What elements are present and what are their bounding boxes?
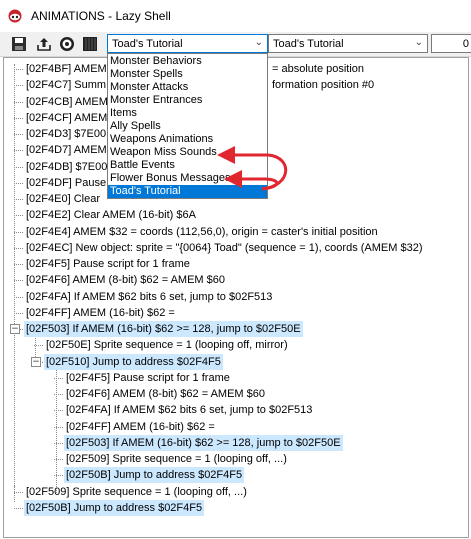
dropdown-item[interactable]: Ally Spells bbox=[108, 120, 267, 133]
tree-connector bbox=[14, 199, 23, 200]
tree-connector bbox=[54, 475, 63, 477]
window-title: ANIMATIONS - Lazy Shell bbox=[31, 9, 171, 23]
tree-connector bbox=[14, 215, 23, 217]
tree-node[interactable]: [02F4FF] AMEM (16-bit) $62 = bbox=[24, 305, 177, 321]
save-icon[interactable] bbox=[11, 36, 27, 52]
tree-connector bbox=[34, 345, 43, 347]
grid-icon[interactable] bbox=[82, 36, 98, 52]
tree-connector bbox=[14, 101, 23, 103]
tree-node[interactable]: [02F4E2] Clear AMEM (16-bit) $6A bbox=[24, 207, 198, 223]
import-export-icon[interactable] bbox=[36, 36, 52, 52]
tree-connector bbox=[14, 182, 23, 184]
tree-connector bbox=[14, 166, 23, 168]
chevron-down-icon: ⌄ bbox=[254, 37, 263, 48]
tree-connector bbox=[54, 426, 63, 428]
tree-node[interactable]: [02F4F6] AMEM (8-bit) $62 = AMEM $60 bbox=[64, 386, 267, 402]
dropdown-item[interactable]: Monster Spells bbox=[108, 68, 267, 81]
tree-connector bbox=[14, 117, 23, 119]
tree-node[interactable]: [02F4D3] $7E00 bbox=[24, 126, 108, 142]
tree-connector bbox=[54, 459, 63, 460]
tree-connector bbox=[54, 442, 63, 444]
collapse-toggle-icon[interactable]: − bbox=[10, 324, 20, 334]
tree-node[interactable]: [02F4F6] AMEM (8-bit) $62 = AMEM $60 bbox=[24, 272, 227, 288]
tree-connector bbox=[14, 69, 23, 70]
tree-connector bbox=[54, 377, 63, 379]
dropdown-item[interactable]: Battle Events bbox=[108, 159, 267, 172]
tree-node[interactable]: [02F4E0] Clear bbox=[24, 191, 102, 207]
dropdown-item[interactable]: Weapons Animations bbox=[108, 133, 267, 146]
dropdown-item[interactable]: Weapon Miss Sounds bbox=[108, 146, 267, 159]
category-combo-value: Toad's Tutorial bbox=[112, 38, 183, 50]
tree-connector bbox=[14, 85, 23, 87]
title-bar: ANIMATIONS - Lazy Shell bbox=[0, 0, 471, 32]
tree-node[interactable]: [02F4CF] AMEM bbox=[24, 110, 109, 126]
tree-node[interactable]: [02F4F5] Pause script for 1 frame bbox=[64, 370, 232, 386]
tree-node[interactable]: [02F4DF] Pause bbox=[24, 175, 108, 191]
dropdown-item[interactable]: Monster Attacks bbox=[108, 81, 267, 94]
tree-connector bbox=[14, 312, 23, 314]
index-field-value: 0 bbox=[462, 38, 469, 50]
tree-node[interactable]: [02F510] Jump to address $02F4F5 bbox=[44, 353, 223, 370]
tree-node[interactable]: [02F503] If AMEM (16-bit) $62 >= 128, ju… bbox=[24, 321, 303, 337]
dropdown-item[interactable]: Toad's Tutorial bbox=[108, 185, 267, 198]
dropdown-item[interactable]: Monster Behaviors bbox=[108, 55, 267, 68]
tree-node[interactable]: [02F503] If AMEM (16-bit) $62 >= 128, ju… bbox=[64, 434, 343, 451]
tree-node[interactable]: [02F50B] Jump to address $02F4F5 bbox=[64, 467, 245, 484]
tree-connector bbox=[14, 486, 15, 502]
tree-connector bbox=[14, 64, 15, 494]
tree-connector bbox=[14, 280, 23, 282]
category-dropdown[interactable]: Monster Behaviors Monster Spells Monster A… bbox=[107, 53, 268, 199]
item-combo[interactable]: Toad's Tutorial ⌄ bbox=[268, 34, 428, 53]
index-field[interactable]: 0 bbox=[431, 34, 471, 53]
tree-node-text-tail: = absolute position bbox=[272, 63, 365, 75]
tree-connector bbox=[14, 150, 23, 152]
tree-connector bbox=[56, 364, 57, 493]
tree-connector bbox=[14, 247, 23, 249]
tree-node[interactable]: [02F509] Sprite sequence = 1 (looping of… bbox=[24, 484, 249, 500]
tree-node[interactable]: [02F4E4] AMEM $32 = coords (112,56,0), o… bbox=[24, 224, 380, 240]
dropdown-item[interactable]: Monster Entrances bbox=[108, 94, 267, 107]
tree-node[interactable]: [02F4D7] AMEM bbox=[24, 142, 109, 158]
dropdown-item[interactable]: Flower Bonus Messages bbox=[108, 172, 267, 185]
item-combo-value: Toad's Tutorial bbox=[273, 38, 344, 50]
tree-connector bbox=[14, 264, 23, 265]
tree-connector bbox=[14, 507, 23, 509]
tree-node-text-tail: formation position #0 bbox=[272, 79, 375, 92]
tree-connector bbox=[14, 134, 23, 135]
help-icon[interactable] bbox=[59, 36, 75, 52]
tree-node[interactable]: [02F50E] Sprite sequence = 1 (looping of… bbox=[44, 337, 290, 353]
dropdown-item[interactable]: Items bbox=[108, 107, 267, 120]
tree-node[interactable]: [02F4BF] AMEM bbox=[24, 61, 109, 77]
tree-connector bbox=[54, 410, 63, 412]
tree-connector bbox=[14, 231, 23, 233]
category-combo[interactable]: Toad's Tutorial ⌄ bbox=[107, 34, 268, 53]
app-icon bbox=[8, 9, 22, 23]
tree-connector bbox=[54, 394, 63, 395]
collapse-toggle-icon[interactable]: − bbox=[31, 356, 41, 367]
tree-node[interactable]: [02F509] Sprite sequence = 1 (looping of… bbox=[64, 451, 289, 467]
tree-node[interactable]: [02F50B] Jump to address $02F4F5 bbox=[24, 499, 205, 516]
tree-node[interactable]: [02F4FA] If AMEM $62 bits 6 set, jump to… bbox=[64, 402, 314, 418]
tree-node[interactable]: [02F4FF] AMEM (16-bit) $62 = bbox=[64, 419, 217, 435]
tree-node[interactable]: [02F4CB] AMEM bbox=[24, 94, 110, 110]
tree-connector bbox=[14, 491, 23, 493]
tree-node[interactable]: [02F4F5] Pause script for 1 frame bbox=[24, 256, 192, 272]
tree-connector bbox=[14, 296, 23, 298]
tree-node[interactable]: [02F4DB] $7E00 bbox=[24, 159, 109, 175]
tree-node[interactable]: [02F4EC] New object: sprite = "{0064} To… bbox=[24, 240, 424, 256]
chevron-down-icon: ⌄ bbox=[414, 37, 423, 48]
tree-node[interactable]: [02F4FA] If AMEM $62 bits 6 set, jump to… bbox=[24, 289, 274, 305]
tree-node[interactable]: [02F4C7] Summ bbox=[24, 77, 108, 93]
